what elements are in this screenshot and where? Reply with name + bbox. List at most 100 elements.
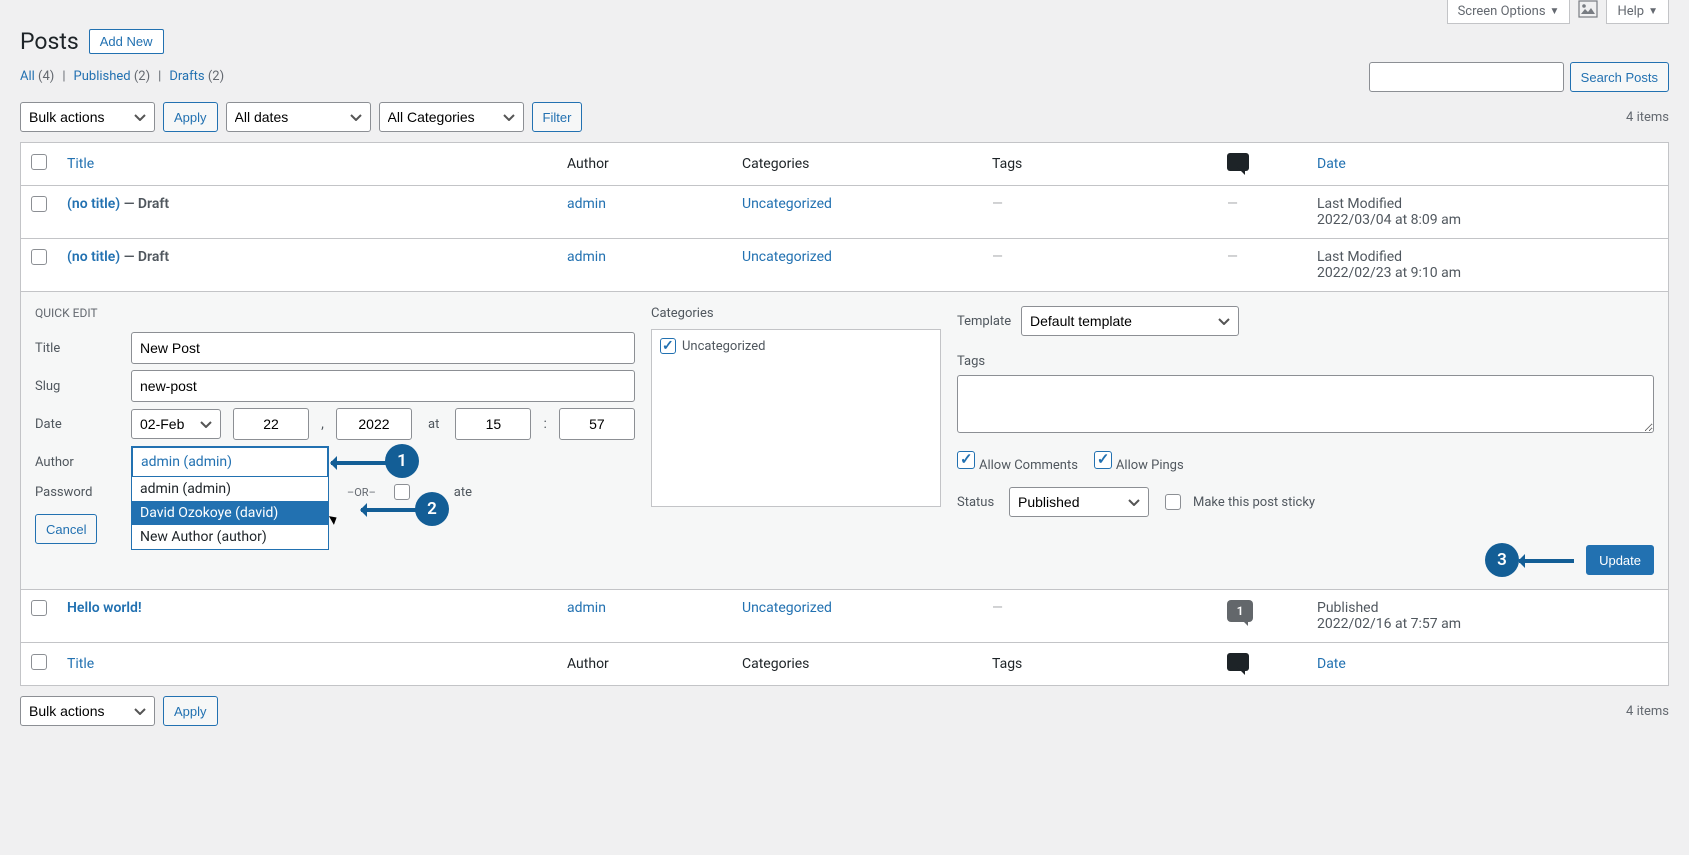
filter-all[interactable]: All bbox=[20, 69, 35, 84]
allow-comments-wrap[interactable]: Allow Comments bbox=[957, 451, 1078, 473]
qe-title-input[interactable] bbox=[131, 332, 635, 364]
col-categories[interactable]: Categories bbox=[732, 143, 982, 186]
allow-comments-check[interactable] bbox=[957, 451, 975, 469]
col-comments-foot[interactable] bbox=[1217, 643, 1307, 686]
no-tags: — bbox=[992, 249, 1003, 265]
col-title-foot[interactable]: Title bbox=[57, 643, 557, 686]
select-all-top[interactable] bbox=[31, 154, 47, 170]
author-option[interactable]: New Author (author) bbox=[132, 525, 328, 549]
chevron-down-icon: ▼ bbox=[1648, 6, 1658, 17]
filter-button[interactable]: Filter bbox=[532, 102, 583, 132]
allow-pings-check[interactable] bbox=[1094, 451, 1112, 469]
qe-author-select[interactable]: admin (admin) bbox=[131, 446, 329, 478]
date-value: 2022/03/04 at 8:09 am bbox=[1317, 212, 1658, 228]
qe-at-label: at bbox=[428, 417, 439, 432]
author-option[interactable]: admin (admin) bbox=[132, 477, 328, 501]
post-title-link[interactable]: Hello world! bbox=[67, 600, 142, 616]
post-status: — Draft bbox=[120, 249, 169, 265]
dates-filter-select[interactable]: All dates bbox=[226, 102, 371, 132]
apply-button-bottom[interactable]: Apply bbox=[163, 696, 218, 726]
qe-minute-input[interactable] bbox=[559, 408, 635, 440]
category-item[interactable]: Uncategorized bbox=[660, 338, 932, 354]
comments-icon bbox=[1227, 153, 1249, 171]
author-link[interactable]: admin bbox=[567, 196, 606, 212]
allow-pings-label: Allow Pings bbox=[1116, 458, 1184, 473]
category-link[interactable]: Uncategorized bbox=[742, 249, 832, 265]
qe-hour-input[interactable] bbox=[455, 408, 531, 440]
post-title-link[interactable]: (no title) bbox=[67, 196, 120, 212]
table-row: (no title) — Draft admin Uncategorized —… bbox=[21, 239, 1669, 292]
col-tags[interactable]: Tags bbox=[982, 143, 1217, 186]
col-title[interactable]: Title bbox=[57, 143, 557, 186]
qe-tags-textarea[interactable] bbox=[957, 375, 1654, 433]
post-title-link[interactable]: (no title) bbox=[67, 249, 120, 265]
row-checkbox[interactable] bbox=[31, 196, 47, 212]
update-button[interactable]: Update bbox=[1586, 545, 1654, 575]
or-separator: –OR– bbox=[347, 486, 376, 499]
qe-author-selected: admin (admin) bbox=[141, 454, 232, 470]
qe-month-select[interactable]: 02-Feb bbox=[131, 409, 221, 439]
col-author-foot[interactable]: Author bbox=[557, 643, 732, 686]
qe-status-select[interactable]: Published bbox=[1009, 487, 1149, 517]
qe-day-input[interactable] bbox=[233, 408, 309, 440]
quick-edit-row: QUICK EDIT Title Slug Date bbox=[21, 292, 1669, 590]
items-count-bottom: 4 items bbox=[1626, 704, 1669, 719]
chevron-down-icon: ▼ bbox=[1550, 6, 1560, 17]
col-comments[interactable] bbox=[1217, 143, 1307, 186]
row-checkbox[interactable] bbox=[31, 600, 47, 616]
allow-pings-wrap[interactable]: Allow Pings bbox=[1094, 451, 1184, 473]
filter-published[interactable]: Published bbox=[74, 69, 131, 84]
post-status: — Draft bbox=[120, 196, 169, 212]
category-name: Uncategorized bbox=[682, 339, 765, 354]
col-tags-foot[interactable]: Tags bbox=[982, 643, 1217, 686]
sticky-check[interactable] bbox=[1165, 494, 1181, 510]
qe-slug-label: Slug bbox=[35, 379, 119, 394]
qe-private-check[interactable] bbox=[394, 484, 410, 500]
qe-year-input[interactable] bbox=[336, 408, 412, 440]
filter-all-count: (4) bbox=[38, 69, 54, 84]
apply-button-top[interactable]: Apply bbox=[163, 102, 218, 132]
date-value: 2022/02/23 at 9:10 am bbox=[1317, 265, 1658, 281]
date-status: Last Modified bbox=[1317, 249, 1658, 265]
author-link[interactable]: admin bbox=[567, 600, 606, 616]
cancel-button[interactable]: Cancel bbox=[35, 514, 97, 544]
categories-list[interactable]: Uncategorized bbox=[651, 329, 941, 507]
table-row: (no title) — Draft admin Uncategorized —… bbox=[21, 186, 1669, 239]
annotation-bubble-1: 1 bbox=[385, 444, 419, 478]
qe-private-label-partial: ate bbox=[454, 485, 472, 500]
author-option-selected[interactable]: David Ozokoye (david) bbox=[132, 501, 328, 525]
col-date-foot[interactable]: Date bbox=[1307, 643, 1669, 686]
qe-password-label: Password bbox=[35, 485, 119, 500]
help-tab[interactable]: Help ▼ bbox=[1606, 0, 1669, 24]
categories-filter-select[interactable]: All Categories bbox=[379, 102, 524, 132]
select-all-bottom[interactable] bbox=[31, 654, 47, 670]
category-link[interactable]: Uncategorized bbox=[742, 600, 832, 616]
comment-count-badge[interactable]: 1 bbox=[1227, 600, 1253, 622]
search-posts-button[interactable]: Search Posts bbox=[1570, 62, 1669, 92]
screen-options-label: Screen Options bbox=[1458, 4, 1546, 19]
qe-categories-label: Categories bbox=[651, 306, 941, 321]
filter-published-count: (2) bbox=[134, 69, 150, 84]
col-categories-foot[interactable]: Categories bbox=[732, 643, 982, 686]
category-checkbox[interactable] bbox=[660, 338, 676, 354]
bulk-actions-select[interactable]: Bulk actions bbox=[20, 102, 155, 132]
annotation-bubble-3: 3 bbox=[1485, 543, 1519, 577]
bulk-actions-select-bottom[interactable]: Bulk actions bbox=[20, 696, 155, 726]
search-input[interactable] bbox=[1369, 62, 1564, 92]
col-author[interactable]: Author bbox=[557, 143, 732, 186]
no-comments: — bbox=[1227, 249, 1238, 265]
col-date[interactable]: Date bbox=[1307, 143, 1669, 186]
filter-drafts[interactable]: Drafts bbox=[169, 69, 204, 84]
add-new-button[interactable]: Add New bbox=[89, 29, 164, 54]
quick-edit-legend: QUICK EDIT bbox=[35, 306, 635, 320]
author-link[interactable]: admin bbox=[567, 249, 606, 265]
screen-options-tab[interactable]: Screen Options ▼ bbox=[1447, 0, 1571, 24]
qe-template-select[interactable]: Default template bbox=[1021, 306, 1239, 336]
qe-status-label: Status bbox=[957, 495, 1001, 510]
image-icon bbox=[1578, 0, 1598, 18]
category-link[interactable]: Uncategorized bbox=[742, 196, 832, 212]
filter-drafts-count: (2) bbox=[208, 69, 224, 84]
row-checkbox[interactable] bbox=[31, 249, 47, 265]
qe-slug-input[interactable] bbox=[131, 370, 635, 402]
allow-comments-label: Allow Comments bbox=[979, 458, 1078, 473]
